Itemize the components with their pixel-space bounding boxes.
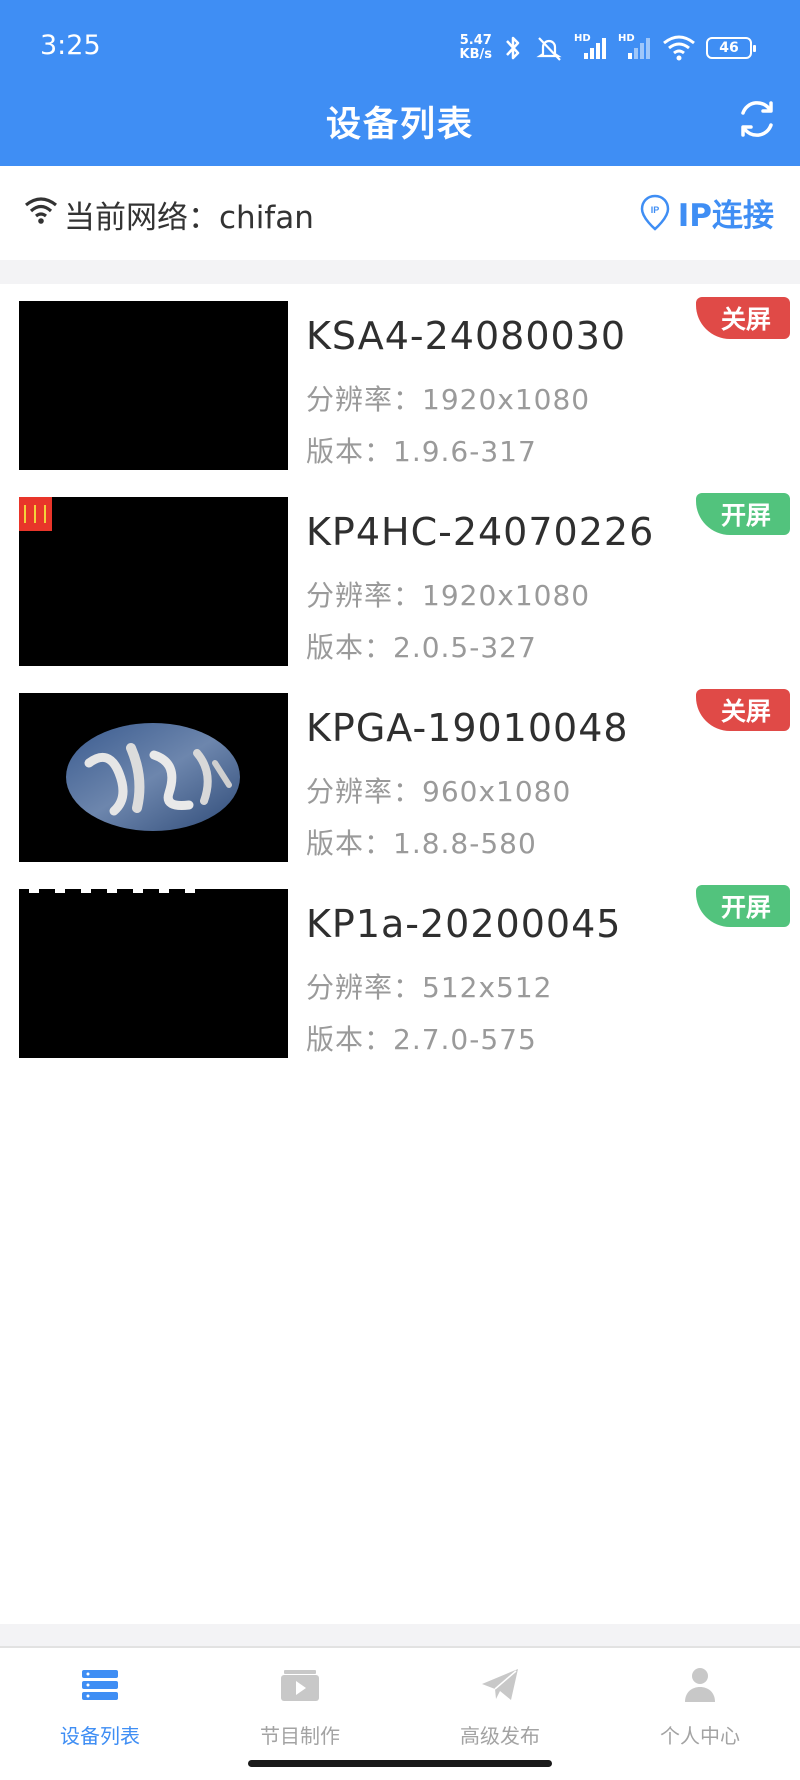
bluetooth-icon bbox=[506, 36, 520, 60]
device-list: KSA4-24080030 分辨率：1920x1080 版本：1.9.6-317… bbox=[0, 284, 800, 1068]
tab-label: 设备列表 bbox=[60, 1724, 140, 1748]
tab-device-list[interactable]: 设备列表 bbox=[0, 1664, 200, 1749]
device-name: KP1a-20200045 bbox=[306, 902, 622, 946]
refresh-icon[interactable] bbox=[734, 96, 780, 142]
ip-connect-label: IP连接 bbox=[677, 198, 774, 234]
device-list-item[interactable]: KSA4-24080030 分辨率：1920x1080 版本：1.9.6-317… bbox=[0, 284, 800, 480]
device-version: 版本：2.7.0-575 bbox=[306, 1023, 537, 1056]
preview-top-dots bbox=[29, 889, 209, 893]
tab-advanced-publish[interactable]: 高级发布 bbox=[400, 1664, 600, 1749]
device-preview-thumbnail bbox=[19, 301, 288, 470]
person-icon bbox=[685, 1668, 715, 1702]
tab-personal-center[interactable]: 个人中心 bbox=[600, 1664, 800, 1749]
status-time: 3:25 bbox=[40, 30, 101, 61]
preview-red-block bbox=[19, 497, 52, 531]
device-preview-thumbnail bbox=[19, 497, 288, 666]
device-version: 版本：1.8.8-580 bbox=[306, 827, 537, 860]
device-resolution: 分辨率：512x512 bbox=[306, 971, 553, 1004]
screen-status-badge[interactable]: 开屏 bbox=[696, 493, 790, 535]
device-list-item[interactable]: KP1a-20200045 分辨率：512x512 版本：2.7.0-575 开… bbox=[0, 872, 800, 1068]
ip-connect-button[interactable]: IP IP连接 bbox=[640, 190, 774, 235]
home-indicator bbox=[248, 1760, 552, 1767]
device-resolution: 分辨率：960x1080 bbox=[306, 775, 572, 808]
device-name: KP4HC-24070226 bbox=[306, 510, 655, 554]
screen-status-badge[interactable]: 关屏 bbox=[696, 297, 790, 339]
device-name: KSA4-24080030 bbox=[306, 314, 627, 358]
device-version: 版本：2.0.5-327 bbox=[306, 631, 537, 664]
network-speed-unit: KB/s bbox=[459, 47, 492, 62]
cell-signal-icon bbox=[628, 38, 650, 59]
battery-icon: 46 bbox=[706, 37, 756, 59]
program-play-icon bbox=[281, 1670, 319, 1701]
device-version: 版本：1.9.6-317 bbox=[306, 435, 537, 468]
device-resolution: 分辨率：1920x1080 bbox=[306, 579, 591, 612]
preview-ellipse-artwork bbox=[66, 723, 240, 831]
screen-status-badge[interactable]: 开屏 bbox=[696, 885, 790, 927]
device-preview-thumbnail bbox=[19, 693, 288, 862]
signal-1: HD bbox=[574, 33, 608, 63]
network-bar: 当前网络：chifan IP IP连接 bbox=[0, 166, 800, 260]
network-speed-value: 5.47 bbox=[459, 33, 492, 48]
tab-program-production[interactable]: 节目制作 bbox=[200, 1664, 400, 1749]
tab-label: 个人中心 bbox=[660, 1724, 740, 1748]
device-list-icon bbox=[82, 1670, 118, 1700]
device-list-item[interactable]: KP4HC-24070226 分辨率：1920x1080 版本：2.0.5-32… bbox=[0, 480, 800, 676]
page-title: 设备列表 bbox=[325, 105, 474, 145]
cell-signal-icon bbox=[584, 38, 606, 59]
paper-plane-icon bbox=[482, 1669, 518, 1700]
screen-status-badge[interactable]: 关屏 bbox=[696, 689, 790, 731]
tabbar-separator bbox=[0, 1624, 800, 1646]
tab-label: 高级发布 bbox=[460, 1724, 540, 1748]
current-network-label: 当前网络：chifan bbox=[64, 200, 314, 236]
device-preview-thumbnail bbox=[19, 889, 288, 1058]
status-icons: 5.47 KB/s HD HD 46 bbox=[460, 30, 756, 66]
signal-2: HD bbox=[618, 33, 652, 63]
device-name: KPGA-19010048 bbox=[306, 706, 629, 750]
ip-pin-text: IP bbox=[650, 205, 659, 215]
location-pin-icon: IP bbox=[640, 194, 669, 231]
app-header: 3:25 5.47 KB/s HD HD 46 设备列表 bbox=[0, 0, 800, 166]
device-list-item[interactable]: KPGA-19010048 分辨率：960x1080 版本：1.8.8-580 … bbox=[0, 676, 800, 872]
wifi-icon bbox=[25, 197, 57, 224]
mute-bell-icon bbox=[536, 37, 562, 61]
tab-label: 节目制作 bbox=[260, 1724, 340, 1748]
wifi-status-icon bbox=[663, 35, 695, 61]
section-divider bbox=[0, 260, 800, 284]
device-resolution: 分辨率：1920x1080 bbox=[306, 383, 591, 416]
network-speed: 5.47 KB/s bbox=[460, 34, 492, 62]
